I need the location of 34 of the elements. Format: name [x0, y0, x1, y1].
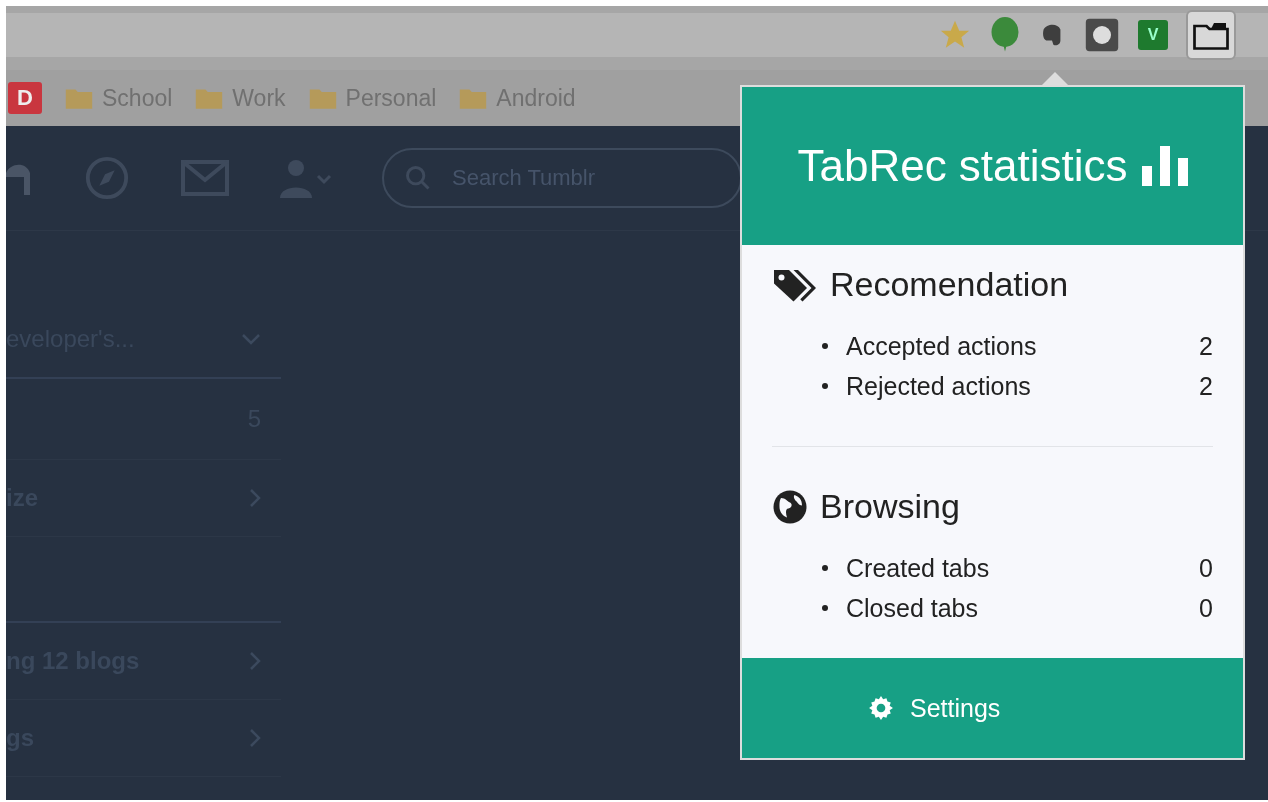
section-title: Browsing [820, 487, 960, 526]
stat-value: 2 [1199, 371, 1213, 401]
balloon-icon[interactable] [990, 17, 1020, 53]
stat-label: Accepted actions [846, 331, 1037, 361]
compass-icon[interactable] [84, 155, 130, 201]
section-title: Recomendation [830, 265, 1069, 304]
stat-label: Closed tabs [846, 593, 979, 623]
bullet-icon [822, 343, 828, 349]
folder-icon [1193, 20, 1229, 50]
stat-value: 0 [1199, 593, 1213, 623]
chevron-right-icon [249, 488, 261, 508]
search-icon [404, 164, 432, 192]
address-bar[interactable]: V [6, 13, 1268, 57]
bookmark-app[interactable]: D [8, 82, 42, 114]
stat-value: 0 [1199, 553, 1213, 583]
stat-label: Created tabs [846, 553, 990, 583]
settings-icon [868, 695, 894, 721]
bar-chart-icon [1141, 146, 1188, 186]
chevron-right-icon [249, 728, 261, 748]
chevron-down-icon[interactable] [241, 333, 261, 345]
popup-title: TabRec statistics [797, 141, 1128, 191]
extension-button[interactable]: V [1138, 20, 1168, 50]
globe-icon [772, 488, 808, 525]
mail-icon[interactable] [180, 160, 230, 196]
bullet-icon [822, 565, 828, 571]
stat-value: 2 [1199, 331, 1213, 361]
bullet-icon [822, 383, 828, 389]
settings-button[interactable]: Settings [862, 692, 1007, 724]
bullet-icon [822, 605, 828, 611]
account-icon[interactable] [280, 158, 332, 198]
extension-button[interactable] [1186, 10, 1236, 60]
chevron-right-icon [249, 651, 261, 671]
puzzle-icon[interactable] [1084, 17, 1120, 53]
stat-label: Rejected actions [846, 371, 1031, 401]
